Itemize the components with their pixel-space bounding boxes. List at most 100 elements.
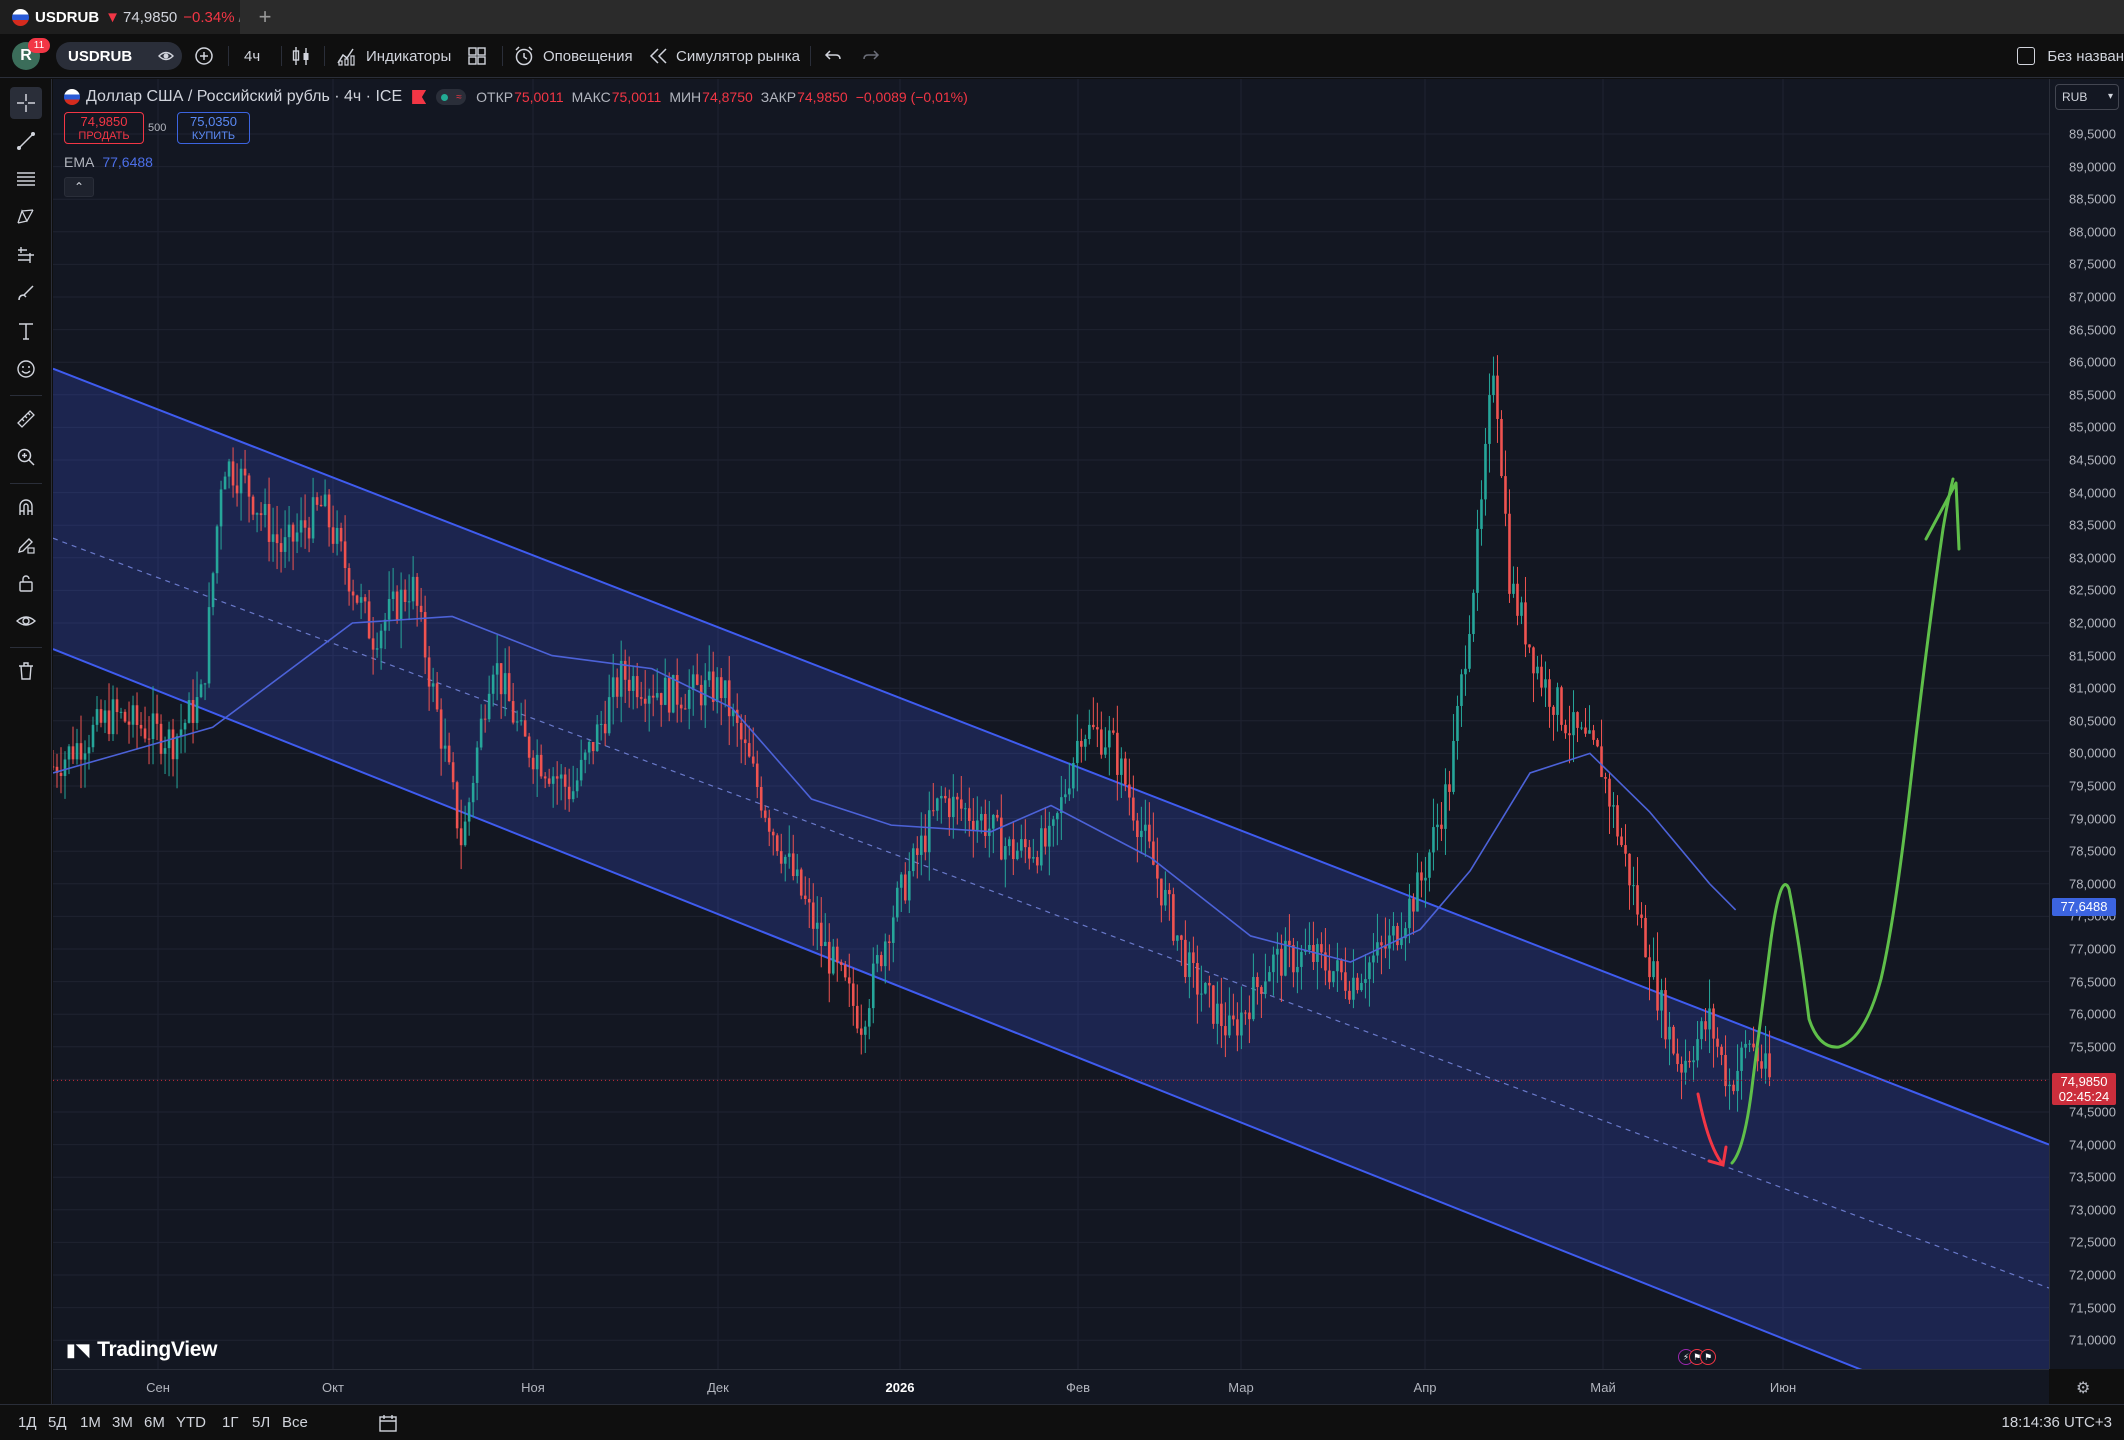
candle-body xyxy=(1660,990,1663,1011)
candle-body xyxy=(355,595,359,603)
candle-body xyxy=(703,680,707,706)
candle-body xyxy=(587,741,591,753)
ruler-tool[interactable] xyxy=(10,403,42,435)
clock-timezone[interactable]: 18:14:36 UTC+3 xyxy=(2002,1414,2113,1431)
candle-body xyxy=(459,828,463,846)
replay-button[interactable]: Симулятор рынка xyxy=(648,34,800,78)
layouts-button[interactable] xyxy=(467,34,487,78)
trend-line-tool[interactable] xyxy=(10,125,42,157)
fib-tool[interactable] xyxy=(10,163,42,195)
range-button-1Г[interactable]: 1Г xyxy=(222,1414,238,1431)
candle-body xyxy=(1168,889,1171,895)
buy-button[interactable]: 75,0350 КУПИТЬ xyxy=(177,112,250,144)
candle-body xyxy=(803,895,807,899)
economic-events[interactable]: ⚡ ⚑ ⚑ xyxy=(1678,1349,1716,1365)
range-button-3М[interactable]: 3М xyxy=(112,1414,133,1431)
candle-body xyxy=(887,941,891,943)
remove-drawings-tool[interactable] xyxy=(10,655,42,687)
projection-tool[interactable] xyxy=(10,239,42,271)
candle-body xyxy=(1176,935,1179,941)
candle-body xyxy=(235,485,239,494)
candle-body xyxy=(595,724,599,752)
layout-name-button[interactable]: Без назван xyxy=(2017,34,2124,78)
symbol-search-button[interactable]: USDRUB xyxy=(56,42,182,70)
range-button-5Д[interactable]: 5Д xyxy=(48,1414,67,1431)
candle-body xyxy=(1016,850,1019,860)
range-button-1Д[interactable]: 1Д xyxy=(18,1414,37,1431)
market-status-icon[interactable]: ≈ xyxy=(436,89,467,105)
low-label: МИН xyxy=(669,89,702,105)
candle-body xyxy=(279,543,283,552)
magnet-tool[interactable] xyxy=(10,491,42,523)
candle-body xyxy=(555,776,559,779)
collapse-legend-button[interactable]: ⌃ xyxy=(64,177,94,197)
candle-body xyxy=(187,700,191,723)
sell-button[interactable]: 74,9850 ПРОДАТЬ xyxy=(64,112,144,144)
candle-body xyxy=(851,983,855,1006)
ema-legend[interactable]: EMA 77,6488 xyxy=(64,154,153,170)
event-flag-icon[interactable]: ⚑ xyxy=(1700,1349,1716,1365)
candle-body xyxy=(527,736,531,758)
chart-pane[interactable] xyxy=(53,79,2049,1369)
candle-body xyxy=(1460,674,1463,706)
text-icon xyxy=(19,323,33,340)
redo-button[interactable] xyxy=(862,34,880,78)
zoom-tool[interactable] xyxy=(10,441,42,473)
text-tool[interactable] xyxy=(10,315,42,347)
stay-in-drawing-tool[interactable] xyxy=(10,529,42,561)
crosshair-tool[interactable] xyxy=(10,87,42,119)
lock-drawings-tool[interactable] xyxy=(10,567,42,599)
chart-type-button[interactable] xyxy=(290,34,312,78)
legend-title[interactable]: Доллар США / Российский рубль · 4ч · ICE xyxy=(86,88,402,106)
candle-body xyxy=(403,589,407,603)
candle-body xyxy=(967,808,971,821)
candle-body xyxy=(1288,940,1291,946)
red-flag-icon[interactable] xyxy=(412,90,427,104)
range-button-6М[interactable]: 6М xyxy=(144,1414,165,1431)
hide-drawings-tool[interactable] xyxy=(10,605,42,637)
currency-select[interactable]: RUB xyxy=(2055,84,2119,110)
candle-body xyxy=(1708,1008,1711,1030)
undo-button[interactable] xyxy=(824,34,842,78)
interval-button[interactable]: 4ч xyxy=(244,34,260,78)
time-tick-label: Сен xyxy=(146,1380,170,1395)
candle-body xyxy=(1108,730,1111,748)
candle-body xyxy=(175,736,179,760)
tradingview-logo[interactable]: ▮◥ TradingView xyxy=(66,1338,217,1362)
candle-body xyxy=(83,753,87,760)
axis-settings-icon[interactable]: ⚙ xyxy=(2076,1378,2090,1398)
brush-tool[interactable] xyxy=(10,277,42,309)
time-axis[interactable]: Сен Окт Ноя Дек 2026 Фев Мар Апр Май Июн xyxy=(53,1369,2049,1404)
candle-body xyxy=(1204,982,1207,994)
browser-tab[interactable]: USDRUB ▼ 74,9850 −0.34% / Б xyxy=(0,0,240,34)
candle-body xyxy=(111,699,115,735)
price-tick-label: 78,0000 xyxy=(2069,876,2116,892)
range-button-1М[interactable]: 1М xyxy=(80,1414,101,1431)
indicators-button[interactable]: Индикаторы xyxy=(336,34,451,78)
candle-body xyxy=(1768,1053,1771,1078)
price-tick-label: 75,5000 xyxy=(2069,1039,2116,1055)
new-tab-button[interactable]: + xyxy=(252,4,278,30)
range-button-Все[interactable]: Все xyxy=(282,1414,308,1431)
candle-body xyxy=(795,869,799,877)
compare-button[interactable] xyxy=(194,34,214,78)
icon-tool[interactable] xyxy=(10,353,42,385)
alerts-button[interactable]: Оповещения xyxy=(513,34,633,78)
candle-body xyxy=(1696,1039,1699,1061)
price-chart[interactable] xyxy=(53,79,2049,1369)
candle-body xyxy=(571,791,575,800)
price-axis[interactable]: 89,5000 89,0000 88,5000 88,0000 87,5000 87,00… xyxy=(2049,79,2124,1369)
go-to-date-icon[interactable] xyxy=(378,1413,398,1433)
candle-body xyxy=(1428,852,1431,878)
range-button-5Л[interactable]: 5Л xyxy=(252,1414,270,1431)
candle-body xyxy=(1592,730,1595,740)
candle-body xyxy=(976,820,979,831)
symbol-label: USDRUB xyxy=(68,47,133,65)
toolbar-divider xyxy=(810,46,811,66)
range-button-YTD[interactable]: YTD xyxy=(176,1414,206,1431)
pattern-tool[interactable] xyxy=(10,201,42,233)
candle-body xyxy=(659,693,663,705)
watch-icon[interactable] xyxy=(158,48,174,64)
candle-body xyxy=(407,601,411,603)
candle-body xyxy=(996,814,999,818)
